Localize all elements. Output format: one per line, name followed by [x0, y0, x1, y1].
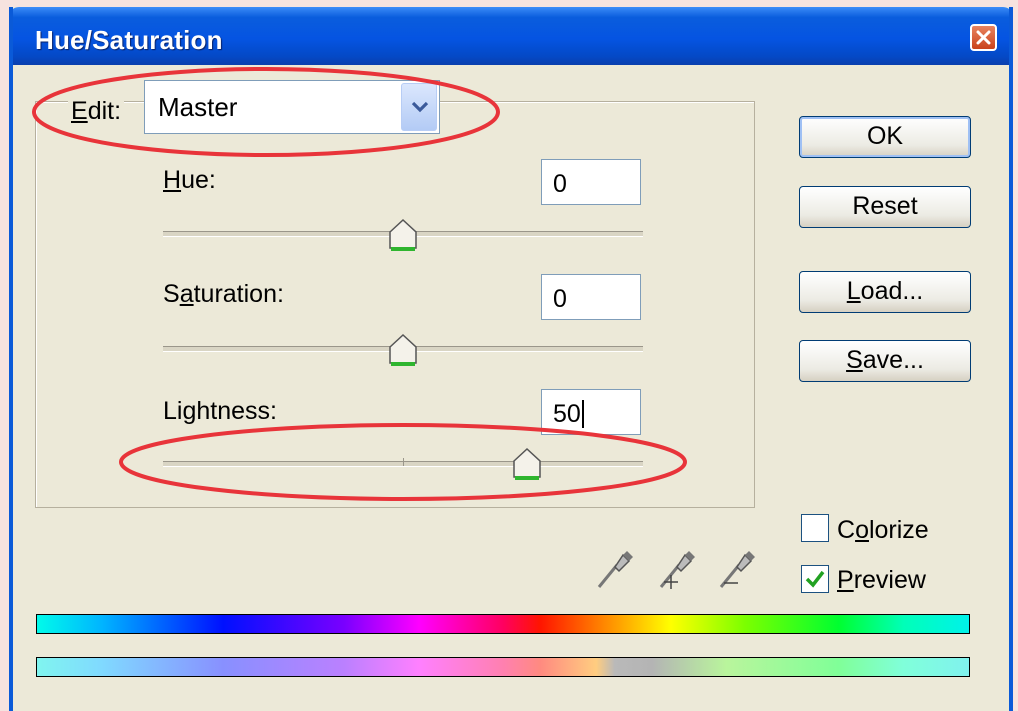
output-color-bar	[36, 657, 970, 677]
save-button[interactable]: Save...	[799, 340, 971, 382]
title-bar[interactable]: Hue/Saturation	[13, 7, 1009, 65]
lightness-input[interactable]: 50​	[541, 389, 641, 435]
eyedropper-minus-icon[interactable]	[715, 545, 759, 593]
preview-label: Preview	[837, 566, 926, 594]
colorize-label: Colorize	[837, 516, 929, 544]
close-icon	[976, 30, 991, 45]
preview-checkbox[interactable]	[801, 565, 829, 593]
edit-label: Edit:	[68, 97, 125, 126]
close-button[interactable]	[970, 24, 997, 51]
chevron-down-icon	[411, 101, 429, 113]
input-color-bar	[36, 614, 970, 634]
checkmark-icon	[805, 570, 825, 588]
saturation-label: Saturation:	[163, 280, 284, 308]
edit-dropdown[interactable]: Master	[144, 80, 440, 134]
eyedropper-icon[interactable]	[593, 545, 637, 593]
dropdown-button[interactable]	[401, 83, 437, 131]
hue-input[interactable]: 0	[541, 159, 641, 205]
lightness-slider-thumb[interactable]	[512, 447, 542, 483]
hue-slider-thumb[interactable]	[388, 218, 418, 254]
reset-button[interactable]: Reset	[799, 186, 971, 228]
eyedropper-plus-icon[interactable]	[655, 545, 699, 593]
saturation-input[interactable]: 0	[541, 274, 641, 320]
window-title: Hue/Saturation	[35, 25, 223, 55]
lightness-center-tick	[403, 458, 404, 466]
load-button[interactable]: Load...	[799, 271, 971, 313]
saturation-slider-thumb[interactable]	[388, 333, 418, 369]
adjustment-group	[35, 101, 755, 508]
colorize-checkbox[interactable]	[801, 514, 829, 542]
ok-button[interactable]: OK	[799, 116, 971, 158]
hue-label: Hue:	[163, 166, 216, 194]
text-cursor: ​	[581, 400, 584, 428]
edit-dropdown-value: Master	[158, 92, 238, 122]
lightness-label: Lightness:	[163, 397, 277, 425]
